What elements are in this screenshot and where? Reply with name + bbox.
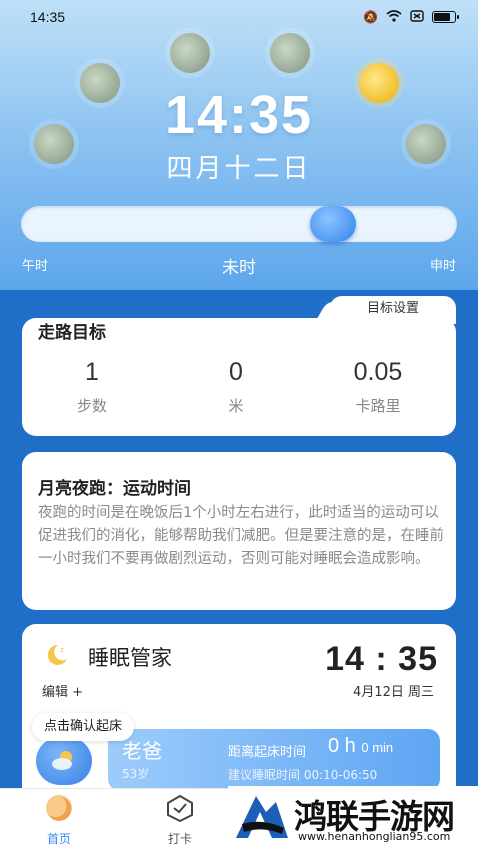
- nav-checkin-label: 打卡: [167, 832, 192, 846]
- moon-icon: z: [47, 644, 67, 665]
- slider-right-label: 申时: [429, 259, 456, 274]
- svg-text:z: z: [60, 646, 64, 654]
- time-slider[interactable]: [21, 206, 457, 242]
- moon-run-card[interactable]: 月亮夜跑：运动时间 夜跑的时间是在晚饭后1个小时左右进行，此时适当的运动可以促进…: [22, 452, 456, 610]
- walk-goal-card: 走路目标 1 步数 0 米 0.05 卡路里: [22, 318, 456, 436]
- watermark-url: www.henanhonglian95.com: [298, 830, 451, 843]
- wake-avatar[interactable]: [36, 737, 92, 785]
- calories-stat: 0.05 卡路里: [318, 358, 438, 416]
- member-name: 老爸: [122, 739, 162, 763]
- sleep-manager-title: 睡眠管家: [88, 646, 172, 670]
- family-member-card[interactable]: 老爸 53岁 距离起床时间 0 h 0 min 建议睡眠时间 00:10-06:…: [108, 729, 440, 791]
- sun-icon: [170, 33, 210, 73]
- slider-current-label: 未时: [222, 258, 256, 278]
- mute-icon: 🔕: [363, 10, 378, 24]
- wifi-icon: [386, 10, 402, 24]
- watermark-logo: [232, 788, 292, 846]
- member-age: 53岁: [122, 767, 150, 781]
- suggested-sleep-time: 建议睡眠时间 00:10-06:50: [228, 768, 378, 782]
- nav-home[interactable]: 首页: [24, 793, 94, 847]
- home-moon-icon: [46, 795, 72, 821]
- status-bar: 14:35 🔕: [0, 0, 478, 34]
- nav-checkin[interactable]: 打卡: [145, 793, 215, 847]
- steps-unit: 步数: [76, 397, 107, 415]
- hero-time: 14:35: [164, 85, 314, 145]
- sim-off-icon: [410, 10, 424, 24]
- wake-countdown-value: 0 h 0 min: [328, 735, 393, 758]
- moon-run-body: 夜跑的时间是在晚饭后1个小时左右进行，此时适当的运动可以促进我们的消化，能够帮助…: [38, 505, 444, 567]
- wake-countdown-label: 距离起床时间: [228, 745, 307, 760]
- calories-unit: 卡路里: [355, 397, 401, 415]
- steps-stat: 1 步数: [32, 358, 152, 416]
- calories-value: 0.05: [353, 358, 403, 386]
- sleep-date: 4月12日 周三: [353, 685, 434, 700]
- walk-goal-title: 走路目标: [38, 323, 106, 343]
- wake-hours: 0 h: [328, 735, 356, 757]
- checkin-icon: [167, 795, 193, 822]
- edit-button[interactable]: 编辑 +: [42, 681, 83, 700]
- confirm-wake-button[interactable]: 点击确认起床: [32, 713, 135, 741]
- nav-home-label: 首页: [46, 832, 71, 846]
- moon-run-title: 月亮夜跑：运动时间: [38, 479, 191, 499]
- wake-minutes: 0 min: [361, 740, 394, 755]
- hero-date: 四月十二日: [166, 154, 312, 184]
- distance-unit: 米: [228, 397, 244, 415]
- watermark: 鸿联手游网 www.henanhonglian95.com: [228, 786, 478, 850]
- sun-cloud-icon: [52, 751, 72, 770]
- status-time: 14:35: [30, 9, 66, 25]
- battery-icon: [432, 11, 459, 23]
- hero-panel: 14:35 🔕 14:35 四月十二日 午时 未时 申时: [0, 0, 478, 290]
- sun-icon: [270, 33, 310, 73]
- distance-stat: 0 米: [176, 358, 296, 416]
- sleep-clock: 14 : 35: [325, 640, 438, 678]
- steps-value: 1: [85, 358, 99, 386]
- distance-value: 0: [229, 358, 243, 386]
- time-slider-thumb[interactable]: [310, 206, 356, 242]
